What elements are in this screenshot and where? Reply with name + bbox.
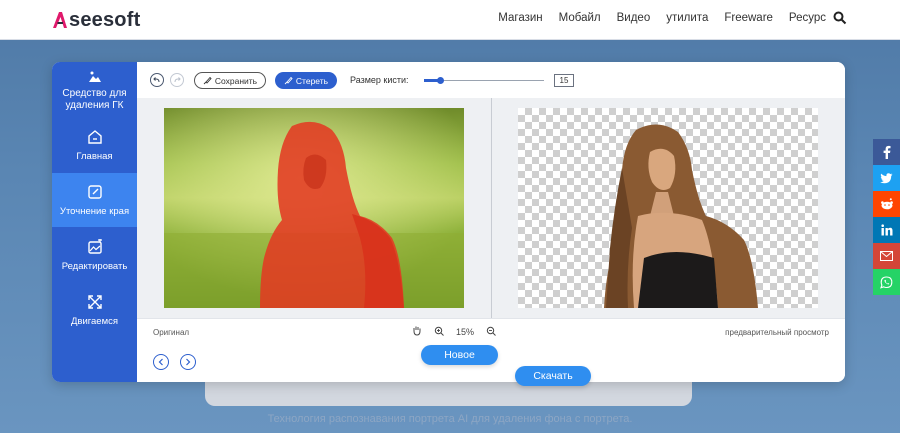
canvas-area	[137, 98, 845, 318]
erase-brush-button[interactable]: Стереть	[275, 72, 337, 89]
brand-logo[interactable]: seesoft	[52, 8, 140, 32]
original-image[interactable]	[164, 108, 464, 308]
gmail-share-button[interactable]	[873, 243, 900, 269]
tagline: Технология распознавания портрета AI для…	[267, 413, 633, 425]
share-column	[873, 139, 900, 295]
mail-icon	[880, 251, 893, 261]
sidebar-title: Средство для удаления ГК	[62, 88, 127, 111]
zoom-level: 15%	[456, 326, 475, 337]
zoom-in-icon[interactable]	[434, 326, 444, 338]
original-photo-illustration	[164, 108, 464, 308]
compare-divider	[491, 98, 492, 318]
linkedin-share-button[interactable]	[873, 217, 900, 243]
facebook-icon	[883, 145, 890, 159]
chevron-left-icon	[158, 358, 163, 366]
preview-image[interactable]	[518, 108, 818, 308]
sidebar: Средство для удаления ГК Главная Уточнен…	[52, 62, 137, 382]
nav-item-video[interactable]: Видео	[617, 12, 651, 24]
sidebar-item-label: Главная	[76, 150, 113, 162]
twitter-share-button[interactable]	[873, 165, 900, 191]
sidebar-item-label: Двигаемся	[70, 315, 119, 327]
brush-size-value[interactable]: 15	[554, 74, 574, 87]
sidebar-item-edit[interactable]: Редактировать	[52, 228, 137, 282]
image-icon	[88, 71, 101, 82]
editor-content: Сохранить Стереть Размер кисти: 15 Ориги…	[137, 62, 845, 382]
brand-name: seesoft	[69, 8, 141, 31]
preview-photo-illustration	[604, 124, 758, 308]
status-bar: Оригинал 15% предварительный просмотр	[137, 318, 845, 342]
original-label: Оригинал	[153, 328, 190, 337]
prev-button[interactable]	[153, 354, 169, 370]
brush-icon	[203, 76, 212, 85]
home-icon	[87, 129, 102, 144]
edit-edge-icon	[87, 184, 102, 199]
nav-item-store[interactable]: Магазин	[498, 12, 542, 24]
zoom-out-icon[interactable]	[486, 326, 496, 338]
hand-icon[interactable]	[412, 325, 422, 338]
facebook-share-button[interactable]	[873, 139, 900, 165]
brush-size-label: Размер кисти:	[350, 75, 409, 85]
new-image-button[interactable]: Новое	[421, 345, 498, 365]
erase-brush-label: Стереть	[295, 75, 329, 86]
sidebar-item-label: Уточнение края	[59, 205, 130, 217]
download-button[interactable]: Скачать	[515, 366, 591, 386]
nav-item-utility[interactable]: утилита	[666, 12, 708, 24]
whatsapp-icon	[880, 275, 893, 289]
redo-button[interactable]	[170, 73, 184, 87]
top-navbar: seesoft Магазин Мобайл Видео утилита Fre…	[0, 0, 900, 40]
eraser-icon	[284, 76, 293, 85]
reddit-share-button[interactable]	[873, 191, 900, 217]
redo-icon	[174, 77, 181, 83]
sidebar-item-move[interactable]: Двигаемся	[52, 283, 137, 337]
sidebar-item-home[interactable]: Главная	[52, 118, 137, 172]
bg-remover-app: Средство для удаления ГК Главная Уточнен…	[52, 62, 845, 382]
next-button[interactable]	[180, 354, 196, 370]
logo-a-icon	[53, 12, 67, 28]
whatsapp-share-button[interactable]	[873, 269, 900, 295]
move-icon	[87, 294, 102, 309]
sidebar-item-edge-refine[interactable]: Уточнение края	[52, 173, 137, 227]
main-nav: Магазин Мобайл Видео утилита Freeware Ре…	[498, 12, 826, 24]
zoom-controls: 15%	[412, 325, 496, 338]
nav-item-resource[interactable]: Ресурс	[789, 12, 826, 24]
nav-item-freeware[interactable]: Freeware	[724, 12, 773, 24]
twitter-icon	[880, 172, 893, 183]
reddit-icon	[880, 198, 893, 210]
undo-icon	[153, 77, 160, 83]
nav-item-mobile[interactable]: Мобайл	[559, 12, 601, 24]
image-edit-icon	[87, 238, 102, 254]
chevron-right-icon	[186, 358, 191, 366]
keep-brush-button[interactable]: Сохранить	[194, 72, 266, 89]
undo-button[interactable]	[150, 73, 164, 87]
keep-brush-label: Сохранить	[214, 75, 258, 86]
search-icon[interactable]	[833, 11, 847, 30]
sidebar-header: Средство для удаления ГК	[52, 70, 137, 112]
preview-label: предварительный просмотр	[725, 328, 829, 337]
slider-thumb[interactable]	[437, 77, 444, 84]
linkedin-icon	[880, 224, 892, 236]
brush-size-slider[interactable]	[424, 77, 544, 84]
sidebar-item-label: Редактировать	[61, 260, 128, 272]
editor-toolbar: Сохранить Стереть Размер кисти: 15	[137, 62, 845, 98]
